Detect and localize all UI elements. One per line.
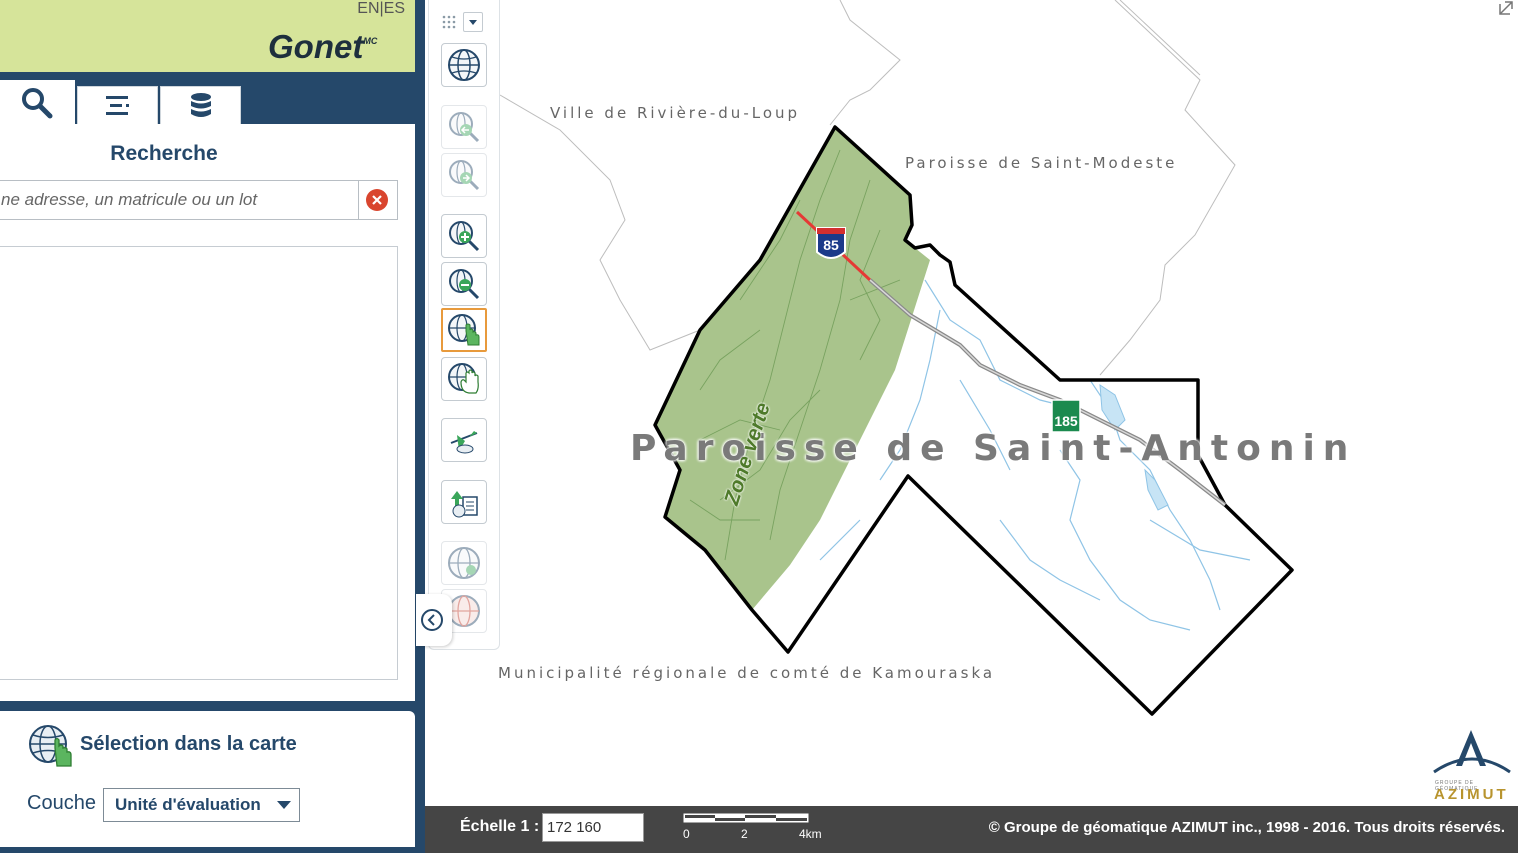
scalebar-label-0: 0: [683, 827, 690, 841]
globe-hand-icon: [29, 725, 72, 767]
toolbar-grip[interactable]: [441, 12, 485, 32]
header-bar: EN|ES GonetMC: [0, 0, 415, 72]
lang-en-link[interactable]: EN: [357, 0, 379, 17]
lang-es-link[interactable]: ES: [384, 0, 405, 17]
layer-select[interactable]: Unité d'évaluation: [103, 788, 300, 822]
globe-red-disabled-icon: [448, 595, 480, 627]
gonet-logo: GonetMC: [268, 28, 377, 66]
scalebar-label-2: 2: [741, 827, 748, 841]
zoom-out-icon: [449, 269, 480, 300]
scale-label: Échelle 1 :: [460, 818, 540, 835]
copyright-text: © Groupe de géomatique AZIMUT inc., 1998…: [988, 819, 1505, 836]
globe-tool-1-button[interactable]: [441, 541, 487, 585]
chevron-left-icon: [421, 609, 443, 631]
zoom-next-icon: [449, 160, 480, 191]
interstate-85-shield: 85: [816, 227, 846, 259]
grid-dots-icon: [442, 15, 456, 29]
export-button[interactable]: [441, 480, 487, 524]
caret-down-icon: [469, 20, 477, 25]
chevron-down-icon: [277, 801, 291, 809]
globe-disabled-icon: [448, 547, 480, 579]
zoom-next-button[interactable]: [441, 153, 487, 197]
globe-full-extent-icon: [448, 49, 480, 81]
azimut-logo-mark: [1433, 730, 1511, 774]
flyover-button[interactable]: [441, 418, 487, 462]
airplane-icon: [450, 431, 478, 454]
select-hand-icon: [448, 314, 480, 346]
scalebar-label-4km: 4km: [799, 827, 822, 841]
search-input[interactable]: [0, 181, 359, 219]
layer-label: Couche: [27, 792, 96, 814]
zoom-in-button[interactable]: [441, 214, 487, 258]
list-icon: [105, 95, 129, 115]
scale-input[interactable]: [542, 813, 644, 842]
scale-bar: [683, 813, 809, 823]
interstate-85-number: 85: [823, 237, 839, 253]
close-icon: [372, 195, 382, 205]
route-185-number: 185: [1054, 413, 1078, 429]
layer-select-value: Unité d'évaluation: [115, 795, 261, 814]
database-icon: [190, 92, 211, 117]
selection-title: Sélection dans la carte: [80, 733, 297, 755]
tab-layers[interactable]: [160, 86, 241, 124]
language-switcher: EN|ES: [357, 0, 405, 18]
tab-search[interactable]: [0, 80, 75, 126]
search-box: [0, 180, 398, 220]
pan-hand-icon: [448, 363, 479, 394]
zoom-previous-icon: [449, 112, 480, 143]
select-tool-button[interactable]: [441, 308, 487, 352]
export-icon: [451, 491, 478, 518]
zoom-previous-button[interactable]: [441, 105, 487, 149]
map-label-riviere-du-loup: Ville de Rivière-du-Loup: [550, 104, 801, 122]
expand-icon[interactable]: [1498, 0, 1516, 16]
search-results-list[interactable]: [0, 246, 398, 680]
map-label-kamouraska: Municipalité régionale de comté de Kamou…: [498, 664, 996, 682]
search-panel-title: Recherche: [110, 142, 218, 165]
toolbar-dropdown[interactable]: [463, 12, 483, 32]
logo-trademark: MC: [363, 36, 378, 46]
zoom-out-button[interactable]: [441, 262, 487, 306]
search-icon: [21, 88, 52, 119]
tab-legend[interactable]: [77, 86, 158, 124]
pan-tool-button[interactable]: [441, 357, 487, 401]
map-label-saint-modeste: Paroisse de Saint-Modeste: [905, 154, 1178, 172]
zoom-in-icon: [449, 221, 480, 252]
full-extent-button[interactable]: [441, 43, 487, 87]
search-separator: [358, 181, 359, 219]
collapse-panel-button[interactable]: [416, 594, 452, 646]
logo-text: Gonet: [268, 28, 364, 65]
azimut-wordmark: AZIMUT: [1434, 786, 1509, 803]
clear-search-button[interactable]: [366, 189, 388, 211]
